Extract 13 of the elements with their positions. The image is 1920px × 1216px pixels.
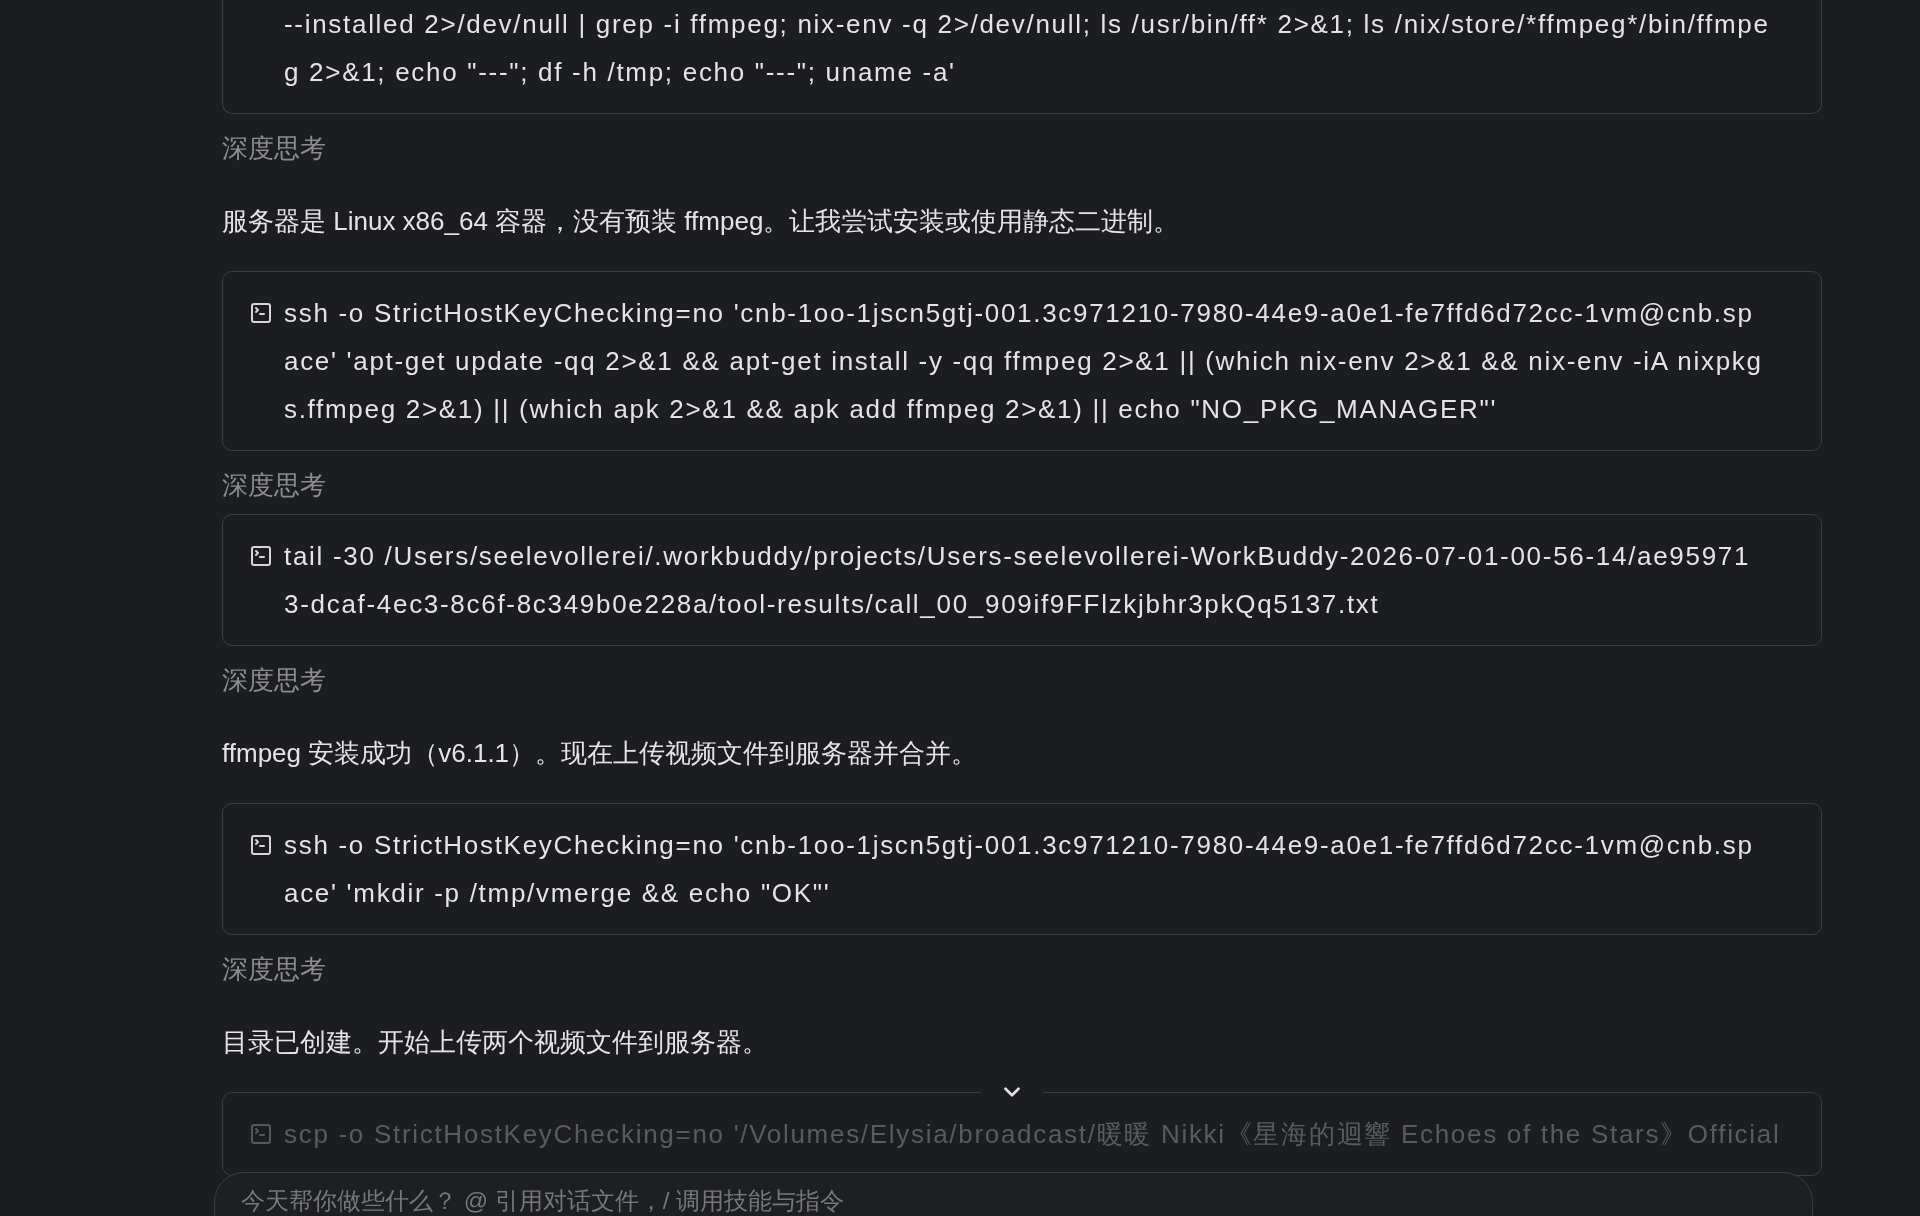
thinking-label[interactable]: 深度思考 bbox=[222, 467, 326, 503]
command-text: ssh -o StrictHostKeyChecking=no 'cnb-1oo-1jscn5gtj-001.3c971210-7980-44e9-a0e1-fe7ffd6d72cc-1vm@cnb.sp ace' 'apt-get update -qq 2>&1 && apt-get install -y -qq ffmpeg 2>&1 || (which nix-env 2>&1 && nix-env -iA nixpkg s.ffmpeg 2>&1) || (which apk 2>&1 && apk add ffmpeg 2>&1) || echo "NO_PKG_MANAGER"' bbox=[284, 297, 1763, 426]
message-text: ffmpeg 安装成功（v6.1.1）。现在上传视频文件到服务器并合并。 bbox=[222, 737, 978, 770]
command-text: scp -o StrictHostKeyChecking=no '/Volumes/Elysia/broadcast/暖暖 Nikki《星海的迴響 Echoes of the Stars》Official bbox=[284, 1118, 1781, 1151]
command-text: tail -30 /Users/seelevollerei/.workbuddy/projects/Users-seelevollerei-WorkBuddy-2026-07-01-00-56-14/ae95971 3-dcaf-4ec3-8c6f-8c349b0e228a/tool-results/call_00_909if9FFlzkjbhr3pkQq5137.txt bbox=[284, 540, 1751, 621]
command-text: ssh -o StrictHostKeyChecking=no 'cnb-1oo-1jscn5gtj-001.3c971210-7980-44e9-a0e1-fe7ffd6d72cc-1vm@cnb.sp ace' 'mkdir -p /tmp/vmerge && echo "OK"' bbox=[284, 829, 1754, 910]
message-text: 目录已创建。开始上传两个视频文件到服务器。 bbox=[222, 1026, 768, 1059]
command-text: --installed 2>/dev/null | grep -i ffmpeg; nix-env -q 2>/dev/null; ls /usr/bin/ff* 2>&1; ls /nix/store/*ffmpeg*/bin/ffmpe g 2>&1; echo "---"; df -h /tmp; echo "---"; uname -a' bbox=[284, 8, 1770, 89]
message-text: 服务器是 Linux x86_64 容器，没有预装 ffmpeg。让我尝试安装或使用静态二进制。 bbox=[222, 205, 1180, 238]
thinking-label[interactable]: 深度思考 bbox=[222, 951, 326, 987]
thinking-label[interactable]: 深度思考 bbox=[222, 662, 326, 698]
thinking-label[interactable]: 深度思考 bbox=[222, 130, 326, 166]
message-input[interactable]: 今天帮你做些什么？ @ 引用对话文件，/ 调用技能与指令 bbox=[241, 1186, 1241, 1216]
